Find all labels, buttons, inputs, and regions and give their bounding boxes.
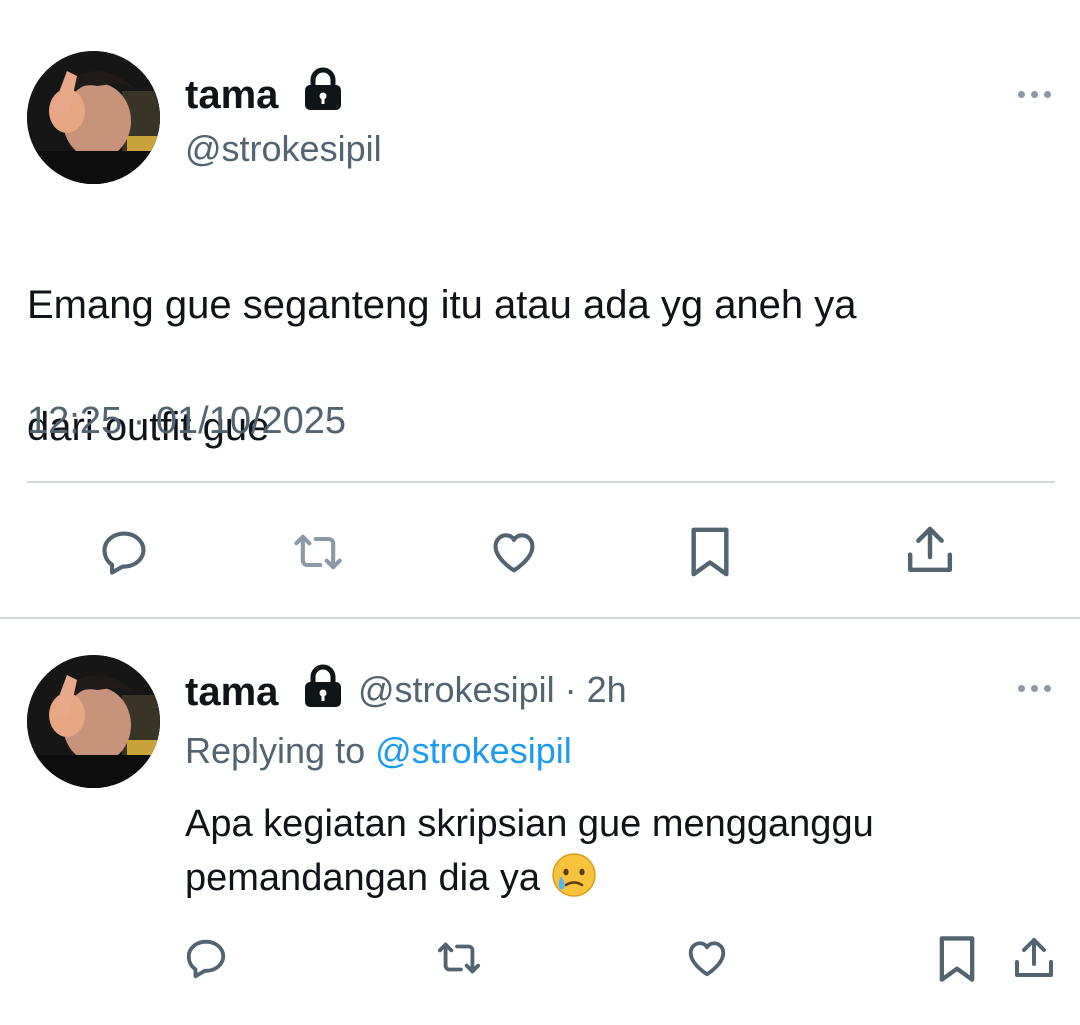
reply-icon bbox=[102, 531, 146, 575]
tweet-text-line: Emang gue seganteng itu atau ada yg aneh… bbox=[27, 283, 857, 327]
retweet-button[interactable] bbox=[287, 522, 349, 582]
relative-time[interactable]: 2h bbox=[587, 669, 627, 710]
more-options-icon[interactable] bbox=[1018, 685, 1051, 692]
retweet-icon bbox=[437, 942, 481, 974]
tweet-text: Apa kegiatan skripsian gue mengganggu pe… bbox=[185, 797, 1055, 913]
like-icon bbox=[688, 941, 726, 977]
share-button[interactable] bbox=[1008, 932, 1060, 984]
retweet-icon bbox=[294, 534, 342, 570]
avatar-photo bbox=[27, 51, 160, 184]
share-button[interactable] bbox=[900, 520, 960, 580]
bookmark-button[interactable] bbox=[680, 522, 740, 582]
retweet-button[interactable] bbox=[432, 932, 486, 984]
reply-header-meta: @strokesipil · 2h bbox=[358, 672, 627, 708]
meta-separator: · bbox=[564, 669, 577, 710]
author-handle[interactable]: @strokesipil bbox=[185, 131, 382, 167]
reply-icon bbox=[186, 939, 226, 979]
replying-label: Replying to bbox=[185, 730, 366, 771]
bookmark-button[interactable] bbox=[932, 932, 982, 986]
share-icon bbox=[907, 526, 953, 573]
avatar[interactable] bbox=[27, 655, 160, 788]
reply-button[interactable] bbox=[94, 522, 154, 582]
tweet-text-line: Apa kegiatan skripsian gue mengganggu bbox=[185, 803, 874, 845]
bookmark-icon bbox=[691, 527, 729, 577]
author-handle[interactable]: @strokesipil bbox=[358, 669, 555, 710]
avatar-photo bbox=[27, 655, 160, 788]
lock-icon bbox=[302, 67, 344, 116]
like-icon bbox=[493, 533, 535, 573]
author-name[interactable]: tama bbox=[185, 672, 278, 712]
face-holding-back-tears-icon bbox=[551, 852, 597, 913]
divider bbox=[27, 481, 1055, 483]
replying-to: Replying to @strokesipil bbox=[185, 733, 572, 769]
divider bbox=[0, 617, 1080, 619]
tweet-text-line: pemandangan dia ya bbox=[185, 851, 1055, 913]
like-button[interactable] bbox=[681, 932, 733, 984]
tweet-text: Emang gue seganteng itu atau ada yg aneh… bbox=[27, 214, 1047, 519]
avatar[interactable] bbox=[27, 51, 160, 184]
author-name[interactable]: tama bbox=[185, 75, 278, 115]
like-button[interactable] bbox=[484, 522, 544, 582]
lock-icon bbox=[302, 664, 344, 713]
share-icon bbox=[1015, 938, 1053, 977]
more-options-icon[interactable] bbox=[1018, 91, 1051, 98]
replying-handle-link[interactable]: @strokesipil bbox=[375, 730, 572, 771]
bookmark-icon bbox=[939, 936, 975, 982]
reply-button[interactable] bbox=[180, 932, 232, 984]
tweet-timestamp[interactable]: 12:25 · 01/10/2025 bbox=[27, 402, 346, 440]
